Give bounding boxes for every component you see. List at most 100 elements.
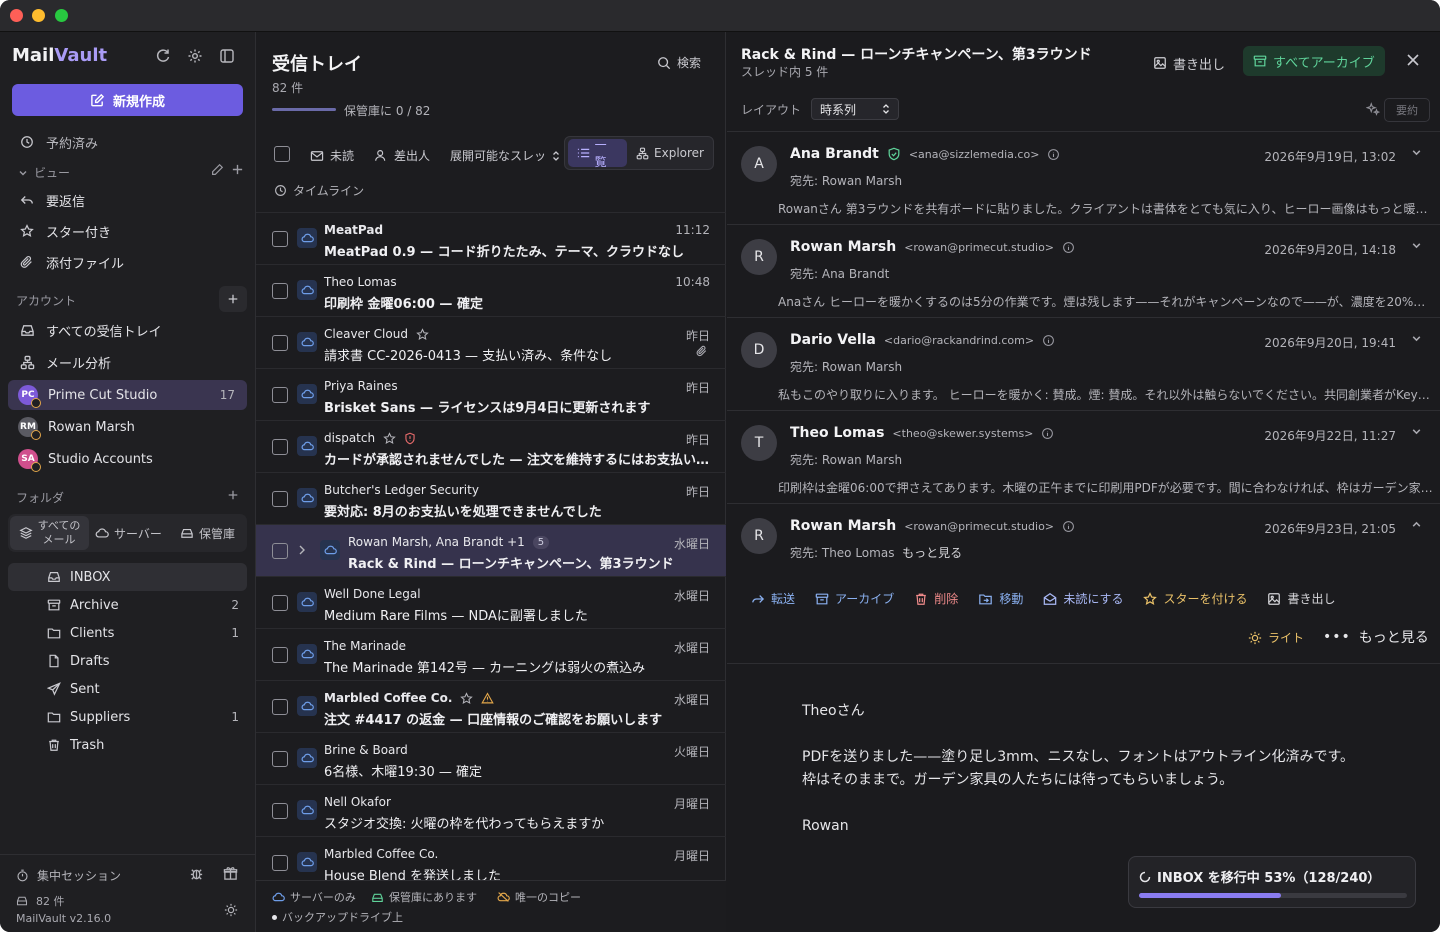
row-checkbox[interactable] [272, 335, 288, 351]
row-checkbox[interactable] [272, 283, 288, 299]
views-header[interactable]: ビュー [18, 164, 70, 181]
chevron-down-icon[interactable] [1411, 333, 1422, 344]
export-message-button[interactable]: 書き出し [1267, 590, 1335, 607]
sparkle-icon[interactable] [1366, 102, 1380, 116]
info-icon[interactable] [1042, 334, 1055, 347]
message-row[interactable]: MeatPad MeatPad 0.9 — コード折りたたみ、テーマ、クラウドな… [256, 212, 726, 264]
message-row[interactable]: Theo Lomas 印刷枠 金曜06:00 — 確定 10:48 [256, 264, 726, 316]
row-checkbox[interactable] [272, 699, 288, 715]
zoom-window-button[interactable] [55, 9, 68, 22]
layout-select[interactable]: 時系列 [811, 98, 900, 120]
view-list-button[interactable]: 一覧 [568, 138, 628, 169]
sidebar-item-needs-reply[interactable]: 要返信 [8, 186, 247, 214]
message-row[interactable]: Butcher's Ledger Security 要対応: 8月のお支払いを処… [256, 472, 726, 524]
edit-views-icon[interactable] [210, 163, 224, 177]
minimize-window-button[interactable] [32, 9, 45, 22]
star-icon[interactable] [460, 691, 474, 705]
folder-suppliers[interactable]: Suppliers 1 [8, 703, 247, 731]
gear-icon[interactable] [185, 46, 205, 66]
sidebar-item-rowan-marsh[interactable]: RM Rowan Marsh [8, 413, 247, 441]
folder-drafts[interactable]: Drafts [8, 647, 247, 675]
archive-button[interactable]: アーカイブ [815, 590, 894, 607]
sidebar-item-mail-analytics[interactable]: メール分析 [8, 348, 247, 376]
message-row[interactable]: Priya Raines Brisket Sans — ライセンスは9月4日に更… [256, 368, 726, 420]
row-checkbox[interactable] [272, 595, 288, 611]
collapse-sidebar-icon[interactable] [217, 46, 237, 66]
chevron-down-icon[interactable] [1411, 426, 1422, 437]
message-row[interactable]: dispatch カードが承認されませんでした — 注文を維持するにはお支払いを… [256, 420, 726, 472]
gift-icon[interactable] [223, 866, 238, 881]
summary-button[interactable]: 要約 [1384, 98, 1430, 122]
archive-all-button[interactable]: すべてアーカイブ [1243, 46, 1385, 76]
segment-vault[interactable]: 保管庫 [168, 516, 247, 550]
thread-message[interactable]: A Ana Brandt <ana@sizzlemedia.co> 宛先: Ro… [727, 131, 1440, 224]
sidebar-item-all-inboxes[interactable]: すべての受信トレイ [8, 316, 247, 344]
message-row[interactable]: Marbled Coffee Co. 注文 #4417 の返金 — 口座情報のご… [256, 680, 726, 732]
close-icon[interactable] [1406, 53, 1420, 67]
folder-trash[interactable]: Trash [8, 731, 247, 759]
row-checkbox[interactable] [272, 387, 288, 403]
theme-toggle-button[interactable]: ライト [1248, 629, 1304, 646]
add-view-icon[interactable] [231, 163, 244, 176]
select-all-checkbox[interactable] [274, 146, 290, 162]
sidebar-item-starred[interactable]: スター付き [8, 217, 247, 245]
sun-icon[interactable] [224, 903, 238, 917]
star-button[interactable]: スターを付ける [1143, 590, 1247, 607]
folder-sent[interactable]: Sent [8, 675, 247, 703]
bug-icon[interactable] [189, 866, 204, 881]
thread-message[interactable]: T Theo Lomas <theo@skewer.systems> 宛先: R… [727, 410, 1440, 503]
sidebar-item-scheduled[interactable]: 予約済み [8, 128, 247, 156]
info-icon[interactable] [1062, 241, 1075, 254]
add-folder-icon[interactable] [227, 489, 239, 501]
row-checkbox[interactable] [272, 803, 288, 819]
row-checkbox[interactable] [272, 647, 288, 663]
row-checkbox[interactable] [272, 543, 288, 559]
row-checkbox[interactable] [272, 439, 288, 455]
chevron-down-icon[interactable] [1411, 147, 1422, 158]
thread-message[interactable]: D Dario Vella <dario@rackandrind.com> 宛先… [727, 317, 1440, 410]
filter-unread[interactable]: 未読 [310, 147, 354, 164]
message-row[interactable]: The Marinade The Marinade 第142号 — カーニングは… [256, 628, 726, 680]
chevron-down-icon[interactable] [1411, 240, 1422, 251]
show-more-recipients-link[interactable]: もっと見る [902, 546, 962, 560]
message-row[interactable]: Nell Okafor スタジオ交換: 火曜の枠を代わってもらえますか 月曜日 [256, 784, 726, 836]
message-row[interactable]: Cleaver Cloud 請求書 CC-2026-0413 — 支払い済み、条… [256, 316, 726, 368]
view-explorer-button[interactable]: Explorer [627, 139, 713, 167]
sidebar-item-attachments[interactable]: 添付ファイル [8, 248, 247, 276]
sidebar-item-prime-cut-studio[interactable]: PC Prime Cut Studio 17 [8, 380, 247, 410]
info-icon[interactable] [1062, 520, 1075, 533]
move-button[interactable]: 移動 [978, 590, 1023, 607]
segment-all-mail[interactable]: すべての メール [10, 516, 89, 550]
info-icon[interactable] [1047, 148, 1060, 161]
message-row-selected[interactable]: Rowan Marsh, Ana Brandt +1 5 Rack & Rind … [256, 524, 726, 576]
thread-message[interactable]: R Rowan Marsh <rowan@primecut.studio> 宛先… [727, 224, 1440, 317]
chevron-up-icon[interactable] [1411, 519, 1422, 530]
add-account-button[interactable] [219, 286, 247, 312]
folder-inbox[interactable]: INBOX [8, 563, 247, 591]
sidebar-item-studio-accounts[interactable]: SA Studio Accounts [8, 445, 247, 473]
folder-archive[interactable]: Archive 2 [8, 591, 247, 619]
focus-session-button[interactable]: 集中セッション [16, 867, 121, 884]
compose-button[interactable]: 新規作成 [12, 84, 243, 116]
export-button[interactable]: 書き出し [1143, 49, 1235, 77]
star-icon[interactable] [383, 431, 396, 445]
row-checkbox[interactable] [272, 231, 288, 247]
filter-expandable-threads[interactable]: 展開可能なスレッ [450, 147, 560, 164]
star-icon[interactable] [416, 327, 429, 341]
close-window-button[interactable] [10, 9, 23, 22]
timeline-button[interactable]: タイムライン [274, 182, 364, 199]
mark-unread-button[interactable]: 未読にする [1043, 590, 1123, 607]
refresh-icon[interactable] [153, 46, 173, 66]
row-checkbox[interactable] [272, 491, 288, 507]
row-checkbox[interactable] [272, 855, 288, 871]
segment-server[interactable]: サーバー [89, 516, 168, 550]
chevron-right-icon[interactable] [297, 544, 307, 556]
filter-sender[interactable]: 差出人 [374, 147, 430, 164]
row-checkbox[interactable] [272, 751, 288, 767]
forward-button[interactable]: 転送 [751, 590, 795, 607]
info-icon[interactable] [1041, 427, 1054, 440]
message-row[interactable]: Well Done Legal Medium Rare Films — NDAに… [256, 576, 726, 628]
delete-button[interactable]: 削除 [914, 590, 958, 607]
folder-clients[interactable]: Clients 1 [8, 619, 247, 647]
more-button[interactable]: ••• もっと見る [1323, 627, 1429, 647]
